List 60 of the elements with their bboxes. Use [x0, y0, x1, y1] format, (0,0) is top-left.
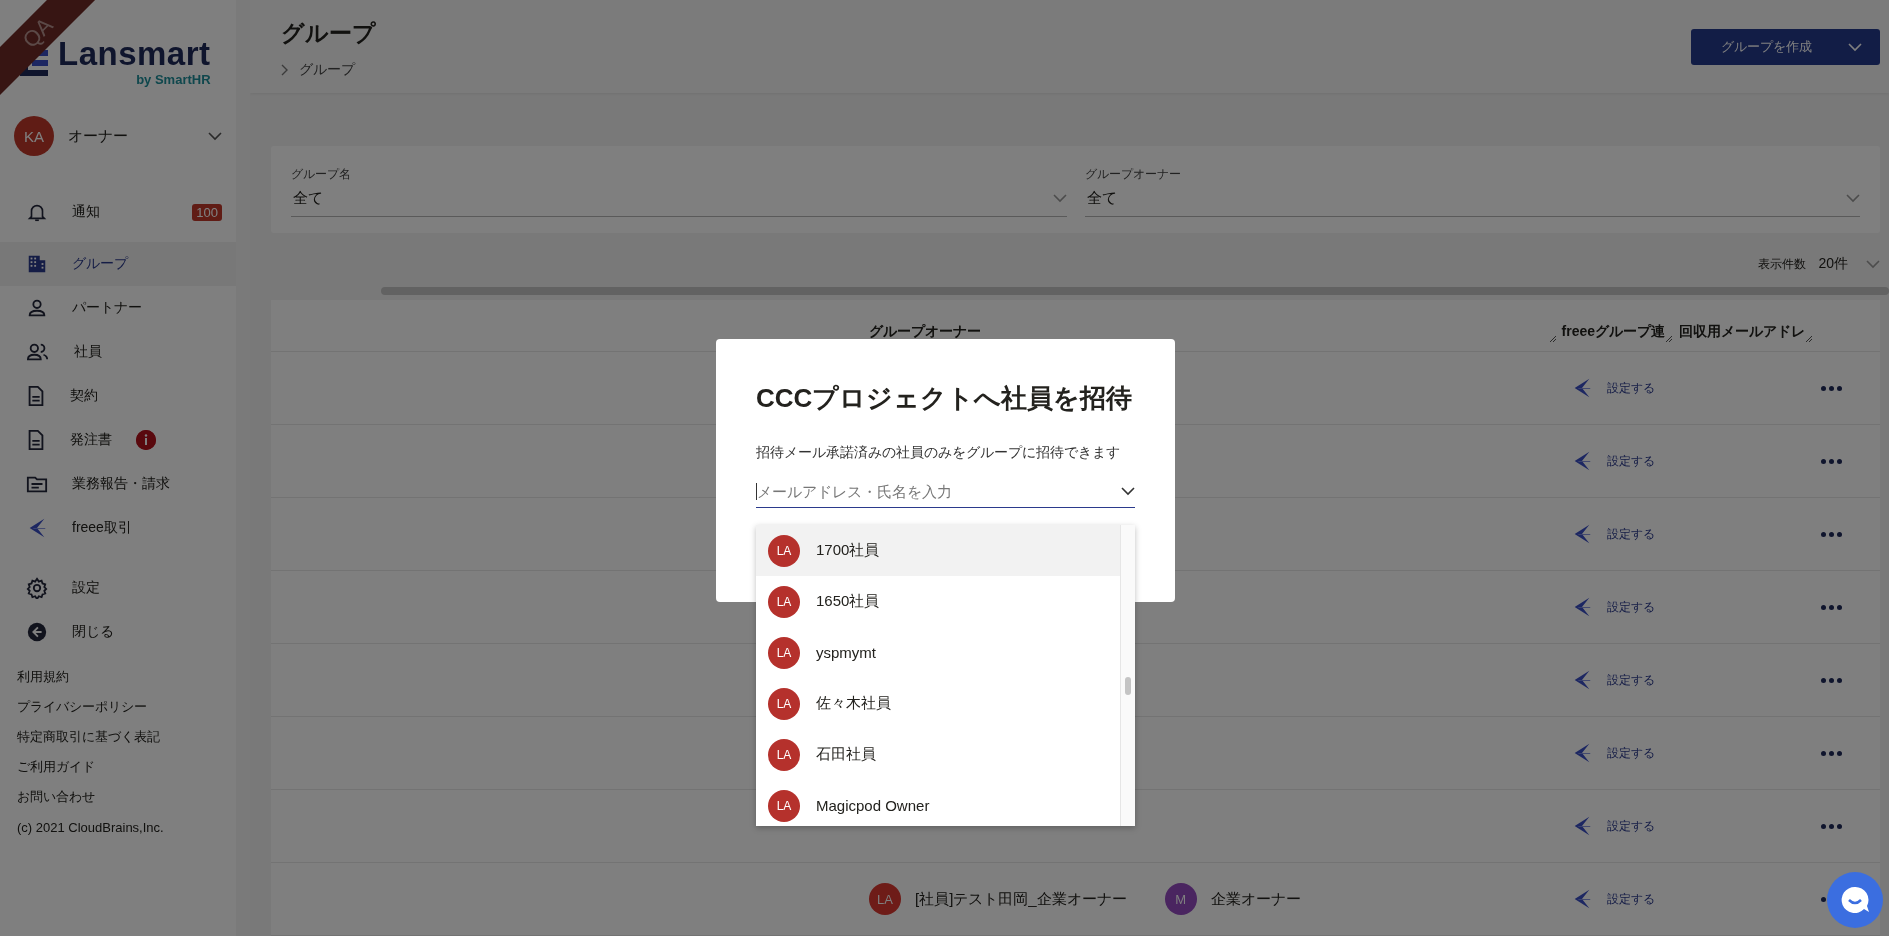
nav-item[interactable]: 設定: [0, 566, 236, 610]
setup-link[interactable]: 設定する: [1607, 379, 1655, 397]
nav-item[interactable]: 閉じる: [0, 610, 236, 654]
footer-link[interactable]: ご利用ガイド: [17, 758, 95, 776]
create-group-button[interactable]: グループを作成: [1691, 29, 1880, 65]
setup-link[interactable]: 設定する: [1607, 452, 1655, 470]
nav-item[interactable]: パートナー: [0, 286, 236, 330]
filter-label: グループ名: [291, 166, 352, 184]
nav-item[interactable]: 業務報告・請求: [0, 462, 236, 506]
employee-avatar: LA: [768, 738, 800, 771]
employee-search-field[interactable]: メールアドレス・氏名を入力: [756, 483, 1121, 500]
footer-link[interactable]: 利用規約: [17, 668, 69, 686]
nav-item[interactable]: freee取引: [0, 506, 236, 550]
dropdown-option[interactable]: LA 佐々木社員: [756, 678, 1120, 729]
logo-text: Lansmart: [58, 37, 211, 70]
account-role[interactable]: オーナー: [68, 126, 194, 146]
setup-link[interactable]: 設定する: [1607, 817, 1655, 835]
column-header: freeeグループ連: [1561, 323, 1665, 339]
nav-item[interactable]: グループ: [0, 242, 236, 286]
filter-select[interactable]: 全て: [1084, 189, 1860, 218]
nav-item[interactable]: 契約: [0, 374, 236, 418]
dropdown-option[interactable]: LA 1650社員: [756, 576, 1120, 627]
filter-label: グループオーナー: [1084, 166, 1182, 184]
setup-link[interactable]: 設定する: [1607, 598, 1655, 616]
owner-name: 企業オーナー: [1210, 889, 1301, 909]
logo-subtext: by SmartHR: [135, 72, 211, 87]
setup-link[interactable]: 設定する: [1607, 744, 1655, 762]
page-size-label: 表示件数: [1758, 255, 1807, 273]
breadcrumb-link[interactable]: グループ: [299, 61, 355, 79]
page-size-select[interactable]: 20件: [1818, 255, 1880, 274]
user-avatar[interactable]: KA: [14, 116, 54, 156]
employee-avatar: LA: [768, 534, 800, 567]
owner-avatar: LA: [869, 883, 901, 915]
count-badge: 100: [192, 203, 222, 221]
employee-avatar: LA: [768, 585, 800, 618]
copyright-text: (c) 2021 CloudBrains,Inc.: [17, 820, 165, 835]
employee-avatar: LA: [768, 789, 800, 822]
owner-name: [社員]テスト田岡_企業オーナー: [915, 889, 1127, 909]
nav-item[interactable]: 通知 100: [0, 190, 236, 234]
nav-item[interactable]: 社員: [0, 330, 236, 374]
owner-avatar: M: [1164, 883, 1197, 915]
filter-select[interactable]: 全て: [291, 189, 1067, 218]
footer-link[interactable]: プライバシーポリシー: [17, 698, 147, 716]
modal-title: CCCプロジェクトへ社員を招待: [756, 382, 1134, 415]
setup-link[interactable]: 設定する: [1607, 525, 1655, 543]
page-title: グループ: [281, 19, 376, 48]
dropdown-option[interactable]: LA yspmymt: [756, 627, 1120, 678]
footer-link[interactable]: お問い合わせ: [17, 788, 95, 806]
dropdown-option[interactable]: LA Magicpod Owner: [756, 780, 1120, 826]
column-header: グループオーナー: [869, 323, 981, 339]
footer-link[interactable]: 特定商取引に基づく表記: [17, 728, 160, 746]
setup-link[interactable]: 設定する: [1607, 890, 1655, 908]
nav-item[interactable]: 発注書: [0, 418, 236, 462]
employee-avatar: LA: [768, 636, 800, 669]
dropdown-option[interactable]: LA 1700社員: [756, 525, 1120, 576]
modal-description: 招待メール承諾済みの社員のみをグループに招待できます: [756, 444, 1121, 462]
dropdown-option[interactable]: LA 石田社員: [756, 729, 1120, 780]
column-header: 回収用メールアドレ: [1679, 323, 1805, 339]
setup-link[interactable]: 設定する: [1607, 671, 1655, 689]
employee-avatar: LA: [768, 687, 800, 720]
